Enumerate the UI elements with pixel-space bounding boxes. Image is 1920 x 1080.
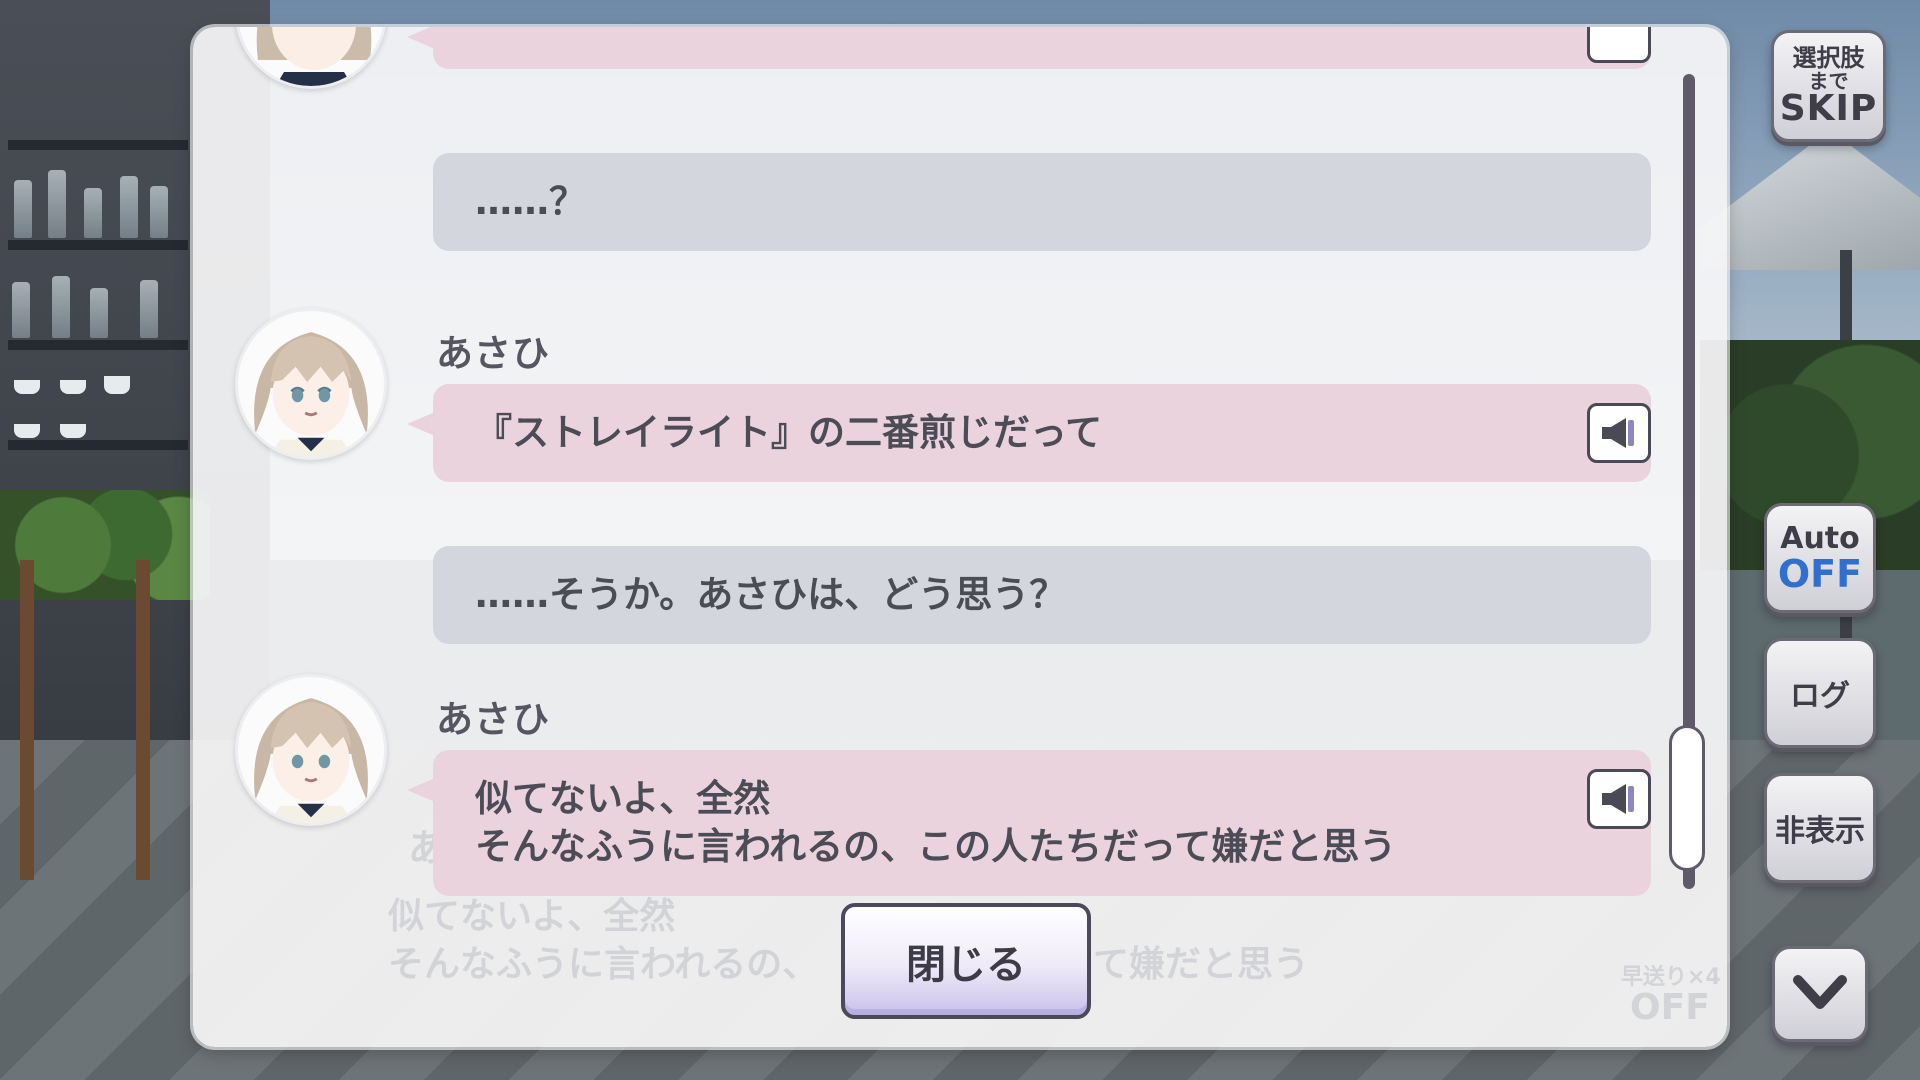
speaker-icon (1602, 784, 1634, 814)
log-lines: 似てないよ、全然 そんなふうに言われるの、この人たちだって嫌だと思う (475, 775, 1396, 871)
log-bubble-asahi: 似てないよ、全然 そんなふうに言われるの、この人たちだって嫌だと思う (407, 750, 1651, 896)
avatar-asahi (235, 674, 387, 826)
log-scroll-area[interactable]: ……？ あさひ 『ストレイライト』の二番煎じだって ……そうか。あさひは、どう思… (193, 27, 1693, 897)
speaker-icon (1602, 418, 1634, 448)
log-text: ……そうか。あさひは、どう思う？ (475, 573, 1067, 616)
hide-button-label: 非表示 (1775, 814, 1865, 849)
log-text: 『ストレイライト』の二番煎じだって (475, 411, 1103, 454)
shelf (8, 340, 188, 350)
close-button[interactable]: 閉じる (841, 903, 1091, 1019)
log-lines: 『ストレイライト』の二番煎じだって (475, 409, 1102, 457)
log-bubble-asahi: 『ストレイライト』の二番煎じだって (407, 384, 1651, 482)
chevron-down-icon (1793, 975, 1847, 1009)
cup (14, 424, 40, 438)
cup (104, 376, 130, 394)
log-button-label: ログ (1790, 679, 1850, 714)
auto-label: Auto (1780, 521, 1860, 556)
bottle (150, 186, 168, 238)
log-bubble-producer: ……そうか。あさひは、どう思う？ (433, 546, 1651, 644)
voice-replay-button[interactable] (1587, 403, 1651, 463)
menu-expand-button[interactable] (1772, 946, 1868, 1042)
voice-replay-button[interactable] (1587, 27, 1651, 63)
bottle (14, 180, 32, 238)
log-bubble-producer: ……？ (433, 153, 1651, 251)
log-text: ……？ (475, 180, 586, 223)
cup (14, 380, 40, 394)
bottle (140, 280, 158, 338)
bottle (120, 176, 138, 238)
auto-toggle-button[interactable]: Auto OFF (1764, 503, 1876, 613)
ghost-line-2: そんなふうに言われるの、 (388, 944, 819, 985)
bottle (52, 276, 70, 338)
cup (60, 380, 86, 394)
bottle (84, 188, 102, 238)
shelf (8, 140, 188, 150)
hide-ui-button[interactable]: 非表示 (1764, 773, 1876, 883)
backlog-panel: あさひ 似てないよ、全然 そんなふうに言われるの、 て嫌だと思う 早送り×4 O… (193, 27, 1727, 1047)
shelf (8, 240, 188, 250)
asahi-face-icon (254, 698, 368, 823)
log-text: 似てないよ、全然 (475, 777, 771, 820)
asahi-face-icon (256, 27, 372, 86)
voice-replay-button[interactable] (1587, 769, 1651, 829)
shelf (8, 440, 188, 450)
auto-state: OFF (1777, 552, 1863, 596)
bottle (12, 282, 30, 338)
speaker-name: あさひ (436, 332, 550, 375)
skip-label-line1: 選択肢 (1792, 44, 1865, 72)
skip-label-line3: SKIP (1779, 88, 1878, 129)
log-text: そんなふうに言われるの、この人たちだって嫌だと思う (475, 825, 1397, 868)
bottle (90, 288, 108, 338)
log-button[interactable]: ログ (1764, 638, 1876, 748)
ghost-fast-forward-state: OFF (1630, 987, 1710, 1028)
avatar-asahi (235, 308, 387, 460)
avatar-asahi (235, 27, 387, 89)
bottle (48, 170, 66, 238)
log-bubble-partial (407, 27, 1651, 69)
cup (60, 424, 86, 438)
scrollbar-thumb[interactable] (1669, 725, 1705, 871)
speaker-name: あさひ (436, 698, 550, 741)
ghost-line-2-tail: て嫌だと思う (1093, 944, 1310, 985)
asahi-face-icon (254, 332, 368, 457)
chair (20, 560, 150, 880)
skip-to-choices-button[interactable]: 選択肢 まで SKIP (1771, 30, 1886, 142)
